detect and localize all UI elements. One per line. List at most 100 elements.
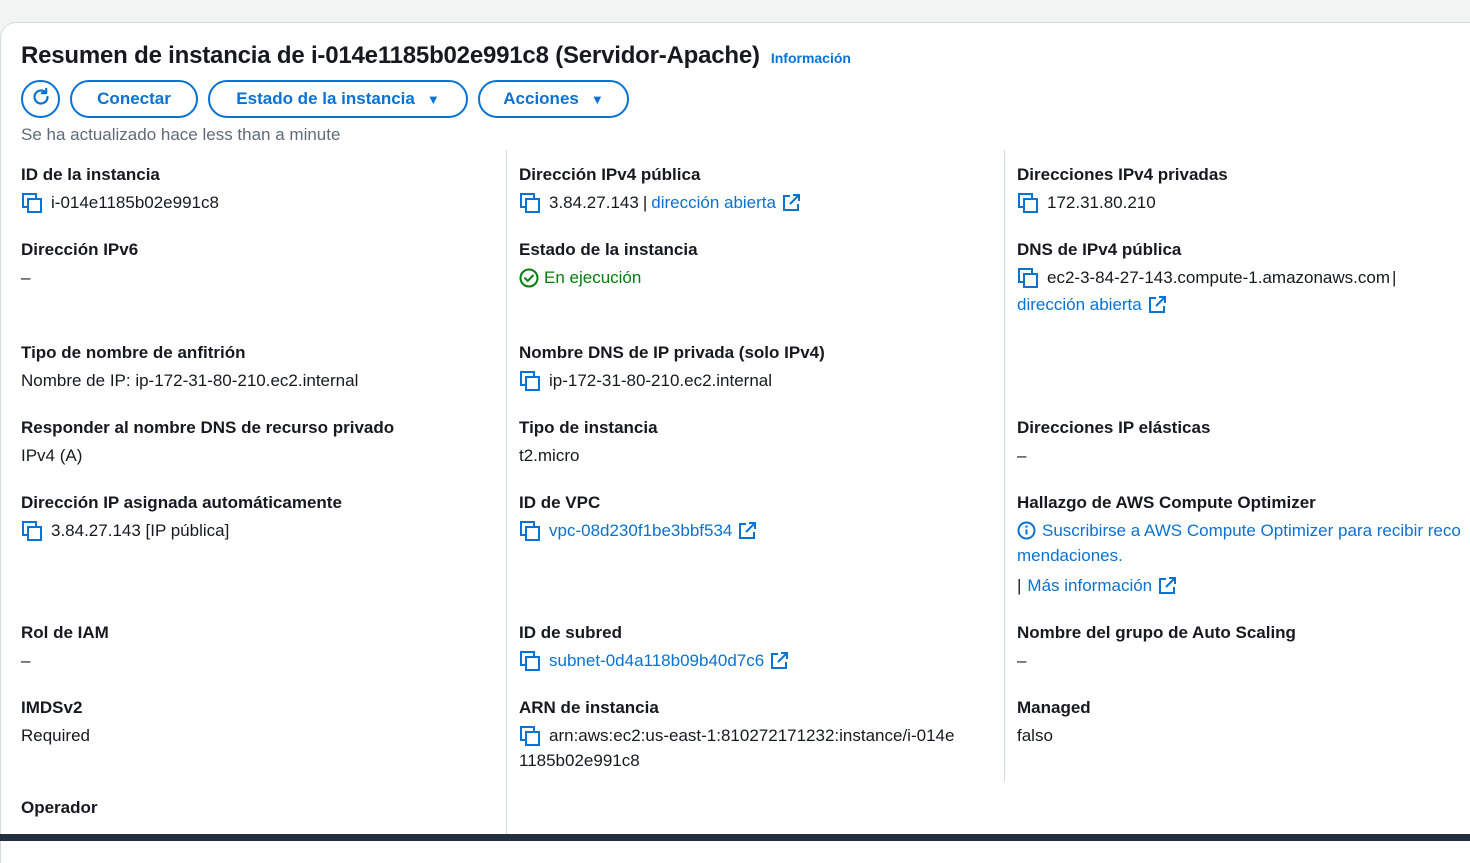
last-updated-text: Se ha actualizado hace less than a minut… — [21, 125, 341, 144]
column-divider — [506, 150, 507, 834]
field-label: Nombre del grupo de Auto Scaling — [1017, 623, 1296, 642]
subnet-link[interactable]: subnet-0d4a118b09b40d7c6 — [549, 648, 764, 673]
copy-icon[interactable] — [519, 370, 541, 392]
field-label: Nombre DNS de IP privada (solo IPv4) — [519, 343, 825, 362]
page-title: Resumen de instancia de i-014e1185b02e99… — [21, 42, 760, 69]
field-label: Rol de IAM — [21, 623, 109, 642]
open-address-link[interactable]: dirección abierta — [1017, 292, 1142, 317]
field-iam-role: Rol de IAM – — [21, 623, 109, 673]
copy-icon[interactable] — [519, 520, 541, 542]
field-label: Direcciones IPv4 privadas — [1017, 165, 1228, 184]
external-link-icon[interactable] — [1158, 576, 1177, 595]
field-value: Nombre de IP: ip-172-31-80-210.ec2.inter… — [21, 371, 359, 390]
field-value: falso — [1017, 726, 1053, 745]
copy-icon[interactable] — [1017, 267, 1039, 289]
field-value: arn:aws:ec2:us-east-1:810272171232:insta… — [549, 726, 955, 745]
field-private-dns: Nombre DNS de IP privada (solo IPv4) ip-… — [519, 343, 825, 393]
field-hostname-type: Tipo de nombre de anfitrión Nombre de IP… — [21, 343, 358, 393]
field-label: Dirección IPv4 pública — [519, 165, 701, 184]
separator: | — [642, 193, 648, 212]
external-link-icon[interactable] — [1148, 295, 1166, 314]
column-divider — [1004, 150, 1005, 782]
field-value: ec2-3-84-27-143.compute-1.amazonaws.com — [1047, 268, 1391, 287]
actions-label: Acciones — [503, 89, 579, 108]
field-label: Hallazgo de AWS Compute Optimizer — [1017, 493, 1316, 512]
field-value: Required — [21, 726, 90, 745]
field-label: DNS de IPv4 pública — [1017, 240, 1182, 259]
field-label: ID de VPC — [519, 493, 601, 512]
copy-icon[interactable] — [1017, 192, 1039, 214]
copy-icon[interactable] — [21, 520, 43, 542]
actions-button[interactable]: Acciones ▼ — [478, 80, 629, 118]
field-instance-id: ID de la instancia i-014e1185b02e991c8 — [21, 165, 219, 215]
field-subnet-id: ID de subred subnet-0d4a118b09b40d7c6 — [519, 623, 789, 673]
field-value: ip-172-31-80-210.ec2.internal — [549, 371, 773, 390]
field-value: – — [1017, 446, 1027, 465]
connect-label: Conectar — [97, 89, 171, 108]
refresh-button[interactable] — [21, 80, 60, 118]
field-label: ID de la instancia — [21, 165, 160, 184]
bottom-bar — [0, 834, 1470, 841]
subscribe-compute-optimizer-link[interactable]: Suscribirse a AWS Compute Optimizer para… — [1042, 518, 1461, 543]
field-label: Operador — [21, 798, 98, 817]
field-instance-state: Estado de la instancia En ejecución — [519, 240, 698, 290]
field-asg-name: Nombre del grupo de Auto Scaling – — [1017, 623, 1296, 673]
instance-state-label: Estado de la instancia — [236, 89, 415, 108]
field-compute-optimizer: Hallazgo de AWS Compute Optimizer Suscri… — [1017, 493, 1470, 598]
more-info-link[interactable]: Más información — [1027, 573, 1152, 598]
page-header: Resumen de instancia de i-014e1185b02e99… — [21, 42, 851, 70]
field-label: Dirección IPv6 — [21, 240, 139, 259]
field-managed: Managed falso — [1017, 698, 1091, 748]
field-ipv6: Dirección IPv6 – — [21, 240, 138, 290]
copy-icon[interactable] — [519, 192, 541, 214]
separator: | — [1017, 576, 1022, 595]
field-imdsv2: IMDSv2 Required — [21, 698, 90, 748]
open-address-link[interactable]: dirección abierta — [651, 190, 776, 215]
separator: | — [1392, 268, 1397, 287]
field-value: i-014e1185b02e991c8 — [51, 193, 219, 212]
field-value: – — [21, 651, 31, 670]
field-private-ipv4: Direcciones IPv4 privadas 172.31.80.210 — [1017, 165, 1228, 215]
field-public-ipv4: Dirección IPv4 pública 3.84.27.143 | dir… — [519, 165, 800, 215]
field-label: Dirección IP asignada automáticamente — [21, 493, 342, 512]
field-label: ID de subred — [519, 623, 622, 642]
field-vpc-id: ID de VPC vpc-08d230f1be3bbf534 — [519, 493, 757, 543]
field-label: Responder al nombre DNS de recurso priva… — [21, 418, 395, 437]
copy-icon[interactable] — [519, 650, 541, 672]
field-label: Managed — [1017, 698, 1091, 717]
field-value: t2.micro — [519, 446, 580, 465]
field-label: Tipo de instancia — [519, 418, 658, 437]
external-link-icon[interactable] — [770, 651, 789, 670]
field-label: Tipo de nombre de anfitrión — [21, 343, 246, 362]
connect-button[interactable]: Conectar — [70, 80, 198, 118]
field-public-dns: DNS de IPv4 pública ec2-3-84-27-143.comp… — [1017, 240, 1396, 317]
field-value-continued: 1185b02e991c8 — [519, 751, 640, 770]
info-link[interactable]: Información — [771, 50, 851, 66]
field-value: – — [21, 268, 31, 287]
field-value: IPv4 (A) — [21, 446, 83, 465]
refresh-icon — [30, 86, 52, 113]
info-icon — [1017, 521, 1036, 540]
field-label: Estado de la instancia — [519, 240, 698, 259]
field-value: 3.84.27.143 [IP pública] — [51, 521, 230, 540]
caret-down-icon: ▼ — [426, 91, 440, 107]
field-label: Direcciones IP elásticas — [1017, 418, 1211, 437]
field-label: IMDSv2 — [21, 698, 83, 717]
field-value: 172.31.80.210 — [1047, 193, 1156, 212]
action-bar: Conectar Estado de la instancia ▼ Accione… — [21, 80, 629, 118]
field-elastic-ip: Direcciones IP elásticas – — [1017, 418, 1210, 468]
check-circle-icon — [519, 268, 539, 288]
status-text: En ejecución — [544, 268, 642, 287]
field-instance-type: Tipo de instancia t2.micro — [519, 418, 658, 468]
caret-down-icon: ▼ — [590, 91, 604, 107]
vpc-link[interactable]: vpc-08d230f1be3bbf534 — [549, 518, 732, 543]
field-value: – — [1017, 651, 1027, 670]
external-link-icon[interactable] — [782, 193, 800, 212]
field-resource-dns: Responder al nombre DNS de recurso priva… — [21, 418, 394, 468]
field-value: 3.84.27.143 — [549, 193, 639, 212]
instance-state-button[interactable]: Estado de la instancia ▼ — [208, 80, 468, 118]
copy-icon[interactable] — [21, 192, 43, 214]
subscribe-link-continued[interactable]: mendaciones. — [1017, 543, 1470, 568]
external-link-icon[interactable] — [738, 521, 757, 540]
copy-icon[interactable] — [519, 725, 541, 747]
